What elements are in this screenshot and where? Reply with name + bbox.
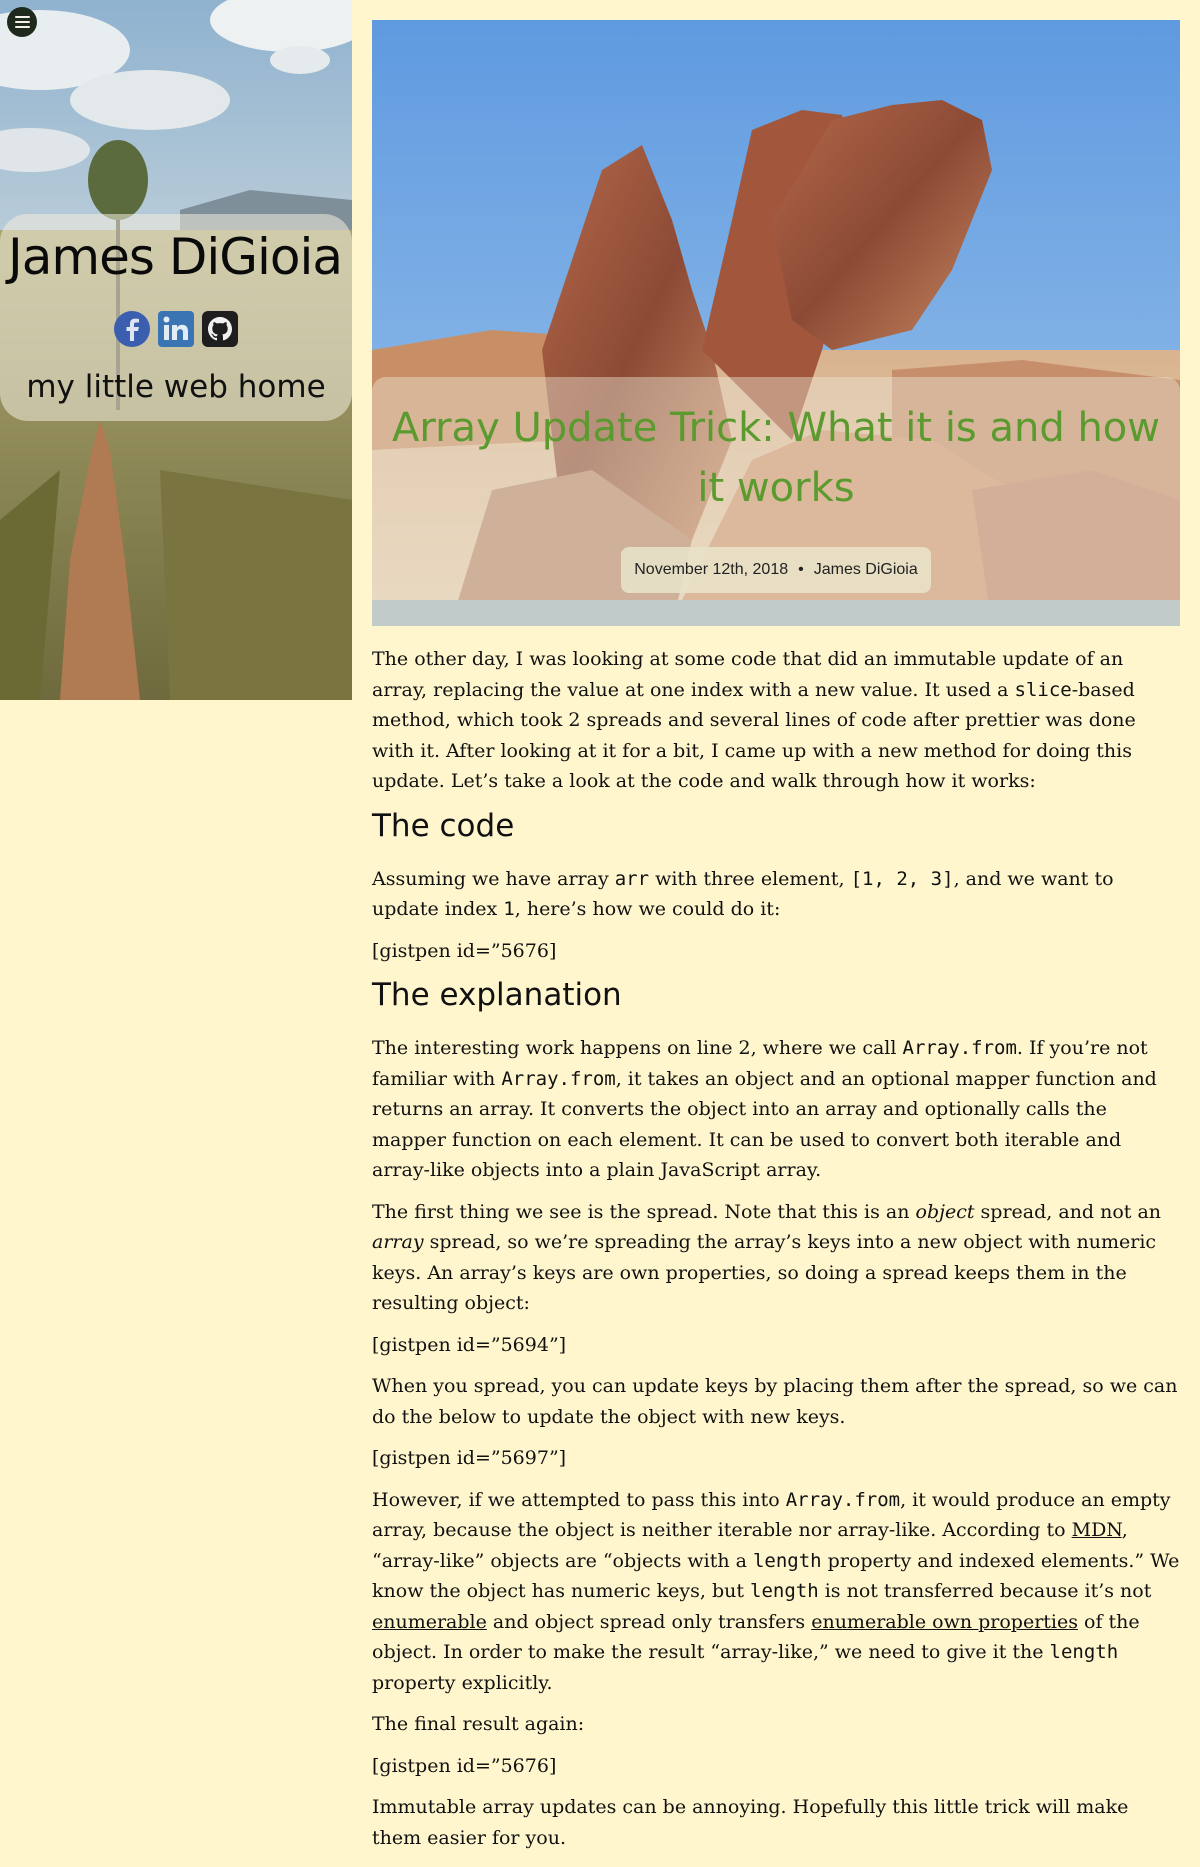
section-heading-explanation: The explanation xyxy=(372,977,622,1013)
paragraph: When you spread, you can update keys by … xyxy=(372,1375,1178,1428)
inline-code: Array.from xyxy=(785,1488,901,1511)
github-icon[interactable] xyxy=(201,310,239,348)
post-meta: November 12th, 2018 • James DiGioia xyxy=(621,547,931,593)
post-date: November 12th, 2018 xyxy=(634,561,789,578)
gistpen-shortcode: [gistpen id=”5676] xyxy=(372,939,557,962)
inline-code: length xyxy=(752,1549,822,1572)
gistpen-shortcode: [gistpen id=”5676] xyxy=(372,1754,557,1777)
paragraph: The interesting work happens on line 2, … xyxy=(372,1037,1157,1181)
paragraph: The final result again: xyxy=(372,1713,585,1735)
hamburger-menu-icon xyxy=(14,16,30,28)
sidebar: James DiGioia my little web home xyxy=(0,0,352,700)
inline-code: length xyxy=(1049,1641,1119,1663)
inline-code: [1, 2, 3] xyxy=(850,867,954,890)
gistpen-shortcode: [gistpen id=”5694”] xyxy=(372,1333,567,1356)
post-title: Array Update Trick: What it is and how i… xyxy=(392,405,1160,511)
profile-card: James DiGioia my little web home xyxy=(0,214,352,421)
section-heading-code: The code xyxy=(372,807,515,844)
paragraph: The other day, I was looking at some cod… xyxy=(372,648,1136,792)
social-links xyxy=(0,310,352,348)
inline-code: Array.from xyxy=(501,1067,616,1090)
gistpen-shortcode: [gistpen id=”5697”] xyxy=(372,1447,567,1469)
post-hero: Array Update Trick: What it is and how i… xyxy=(372,20,1180,626)
site-tagline: my little web home xyxy=(26,369,326,405)
mdn-link[interactable]: MDN xyxy=(1072,1519,1122,1541)
enumerable-own-properties-link[interactable]: enumerable own properties xyxy=(811,1611,1078,1633)
paragraph: Immutable array updates can be annoying.… xyxy=(372,1796,1129,1849)
menu-button[interactable] xyxy=(7,7,37,37)
inline-code: Array.from xyxy=(902,1037,1017,1059)
paragraph: Assuming we have array arr with three el… xyxy=(372,867,1114,921)
site-title[interactable]: James DiGioia xyxy=(0,228,352,286)
inline-code: 1 xyxy=(503,898,515,920)
emphasis: object xyxy=(915,1200,975,1223)
facebook-icon[interactable] xyxy=(113,310,151,348)
enumerable-link[interactable]: enumerable xyxy=(372,1611,487,1633)
post-body: The other day, I was looking at some cod… xyxy=(372,626,1180,1853)
inline-code: arr xyxy=(614,867,650,890)
main-content: Array Update Trick: What it is and how i… xyxy=(372,20,1180,1864)
inline-code: slice xyxy=(1014,678,1072,701)
emphasis: array xyxy=(372,1231,424,1253)
paragraph: The first thing we see is the spread. No… xyxy=(372,1200,1162,1315)
meta-separator: • xyxy=(798,561,804,578)
paragraph: However, if we attempted to pass this in… xyxy=(372,1488,1180,1694)
inline-code: length xyxy=(750,1580,819,1602)
post-author[interactable]: James DiGioia xyxy=(814,561,918,579)
linkedin-icon[interactable] xyxy=(157,310,195,348)
